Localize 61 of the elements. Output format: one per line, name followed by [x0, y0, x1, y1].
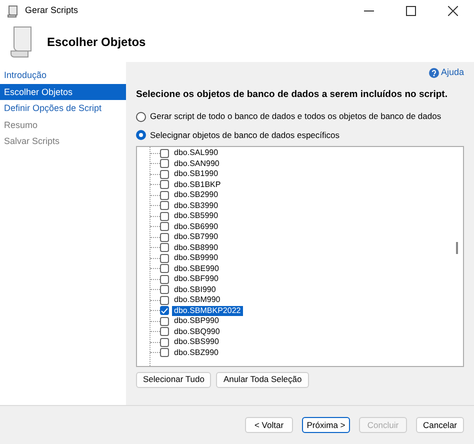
- scroll-icon: [6, 4, 19, 18]
- tree-item[interactable]: dbo.SBMBKP2022: [172, 306, 243, 316]
- maximize-icon[interactable]: [406, 6, 416, 16]
- window-title: Gerar Scripts: [25, 4, 78, 18]
- tree-item[interactable]: dbo.SAN990: [172, 158, 222, 168]
- checkbox[interactable]: [160, 190, 169, 200]
- radio-button[interactable]: [136, 130, 146, 140]
- tree-item[interactable]: dbo.SB7990: [172, 232, 220, 242]
- checkbox[interactable]: [160, 338, 169, 346]
- checkbox[interactable]: [160, 285, 169, 294]
- checkbox[interactable]: [160, 296, 169, 304]
- scroll-icon: [8, 25, 34, 59]
- checkbox[interactable]: [160, 201, 169, 210]
- tree-item[interactable]: dbo.SB2990: [172, 190, 220, 200]
- tree-item[interactable]: dbo.SB5990: [172, 211, 220, 221]
- tree-item[interactable]: dbo.SBI990: [172, 284, 218, 294]
- sidebar-item[interactable]: Introdução: [0, 67, 126, 84]
- checkbox[interactable]: [160, 159, 169, 168]
- tree-item[interactable]: dbo.SB1BKP: [172, 180, 223, 190]
- tree-item[interactable]: dbo.SBP990: [172, 316, 221, 326]
- selection-button[interactable]: Selecionar Tudo: [136, 372, 212, 388]
- checkbox[interactable]: [160, 316, 169, 326]
- checkbox[interactable]: [160, 222, 169, 231]
- tree-item[interactable]: dbo.SBZ990: [172, 348, 220, 358]
- footer-button[interactable]: < Voltar: [245, 417, 293, 433]
- checkbox[interactable]: [160, 232, 169, 242]
- checkbox[interactable]: [160, 148, 169, 158]
- sidebar-item[interactable]: Escolher Objetos: [0, 84, 126, 100]
- tree-item[interactable]: dbo.SAL990: [172, 148, 220, 158]
- selection-button[interactable]: Anular Toda Seleção: [216, 372, 309, 388]
- close-icon[interactable]: [448, 6, 458, 16]
- checkbox[interactable]: [160, 254, 169, 262]
- checkbox[interactable]: [160, 264, 169, 273]
- checkbox[interactable]: [160, 212, 169, 220]
- checkbox[interactable]: [160, 180, 169, 189]
- checkbox[interactable]: [160, 170, 169, 178]
- tree-item[interactable]: dbo.SB1990: [172, 169, 220, 179]
- footer-button[interactable]: Cancelar: [416, 417, 464, 433]
- help-link[interactable]: Ajuda: [440, 66, 464, 80]
- tree-item[interactable]: dbo.SB8990: [172, 242, 220, 252]
- radio-button[interactable]: [136, 112, 146, 122]
- radio-label: Selecignar objetos de banco de dados específicos: [150, 129, 340, 142]
- radio-label: Gerar script de todo o banco de dados e todos os objetos de banco de dados: [150, 110, 442, 123]
- tree-item[interactable]: dbo.SBQ990: [172, 326, 222, 336]
- checkbox[interactable]: [160, 348, 169, 357]
- checkbox[interactable]: [160, 327, 169, 336]
- tree-item[interactable]: dbo.SB9990: [172, 253, 220, 263]
- tree-item[interactable]: dbo.SBS990: [172, 337, 221, 347]
- tree-item[interactable]: dbo.SBM990: [172, 295, 222, 305]
- instruction-text: Selecione os objetos de banco de dados a serem incluídos no script.: [136, 88, 448, 102]
- help-icon: [428, 68, 439, 78]
- page-title: Escolher Objetos: [47, 34, 146, 51]
- scrollbar-thumb[interactable]: [456, 242, 458, 254]
- tree-item[interactable]: dbo.SB6990: [172, 222, 220, 232]
- checkbox[interactable]: [160, 274, 169, 284]
- tree-item[interactable]: dbo.SBE990: [172, 264, 221, 274]
- sidebar-item[interactable]: Definir Opções de Script: [0, 100, 126, 116]
- tree-item[interactable]: dbo.SBF990: [172, 274, 220, 284]
- footer-button[interactable]: Próxima >: [302, 417, 350, 433]
- tree-item[interactable]: dbo.SB3990: [172, 200, 220, 210]
- checkbox[interactable]: [160, 243, 169, 252]
